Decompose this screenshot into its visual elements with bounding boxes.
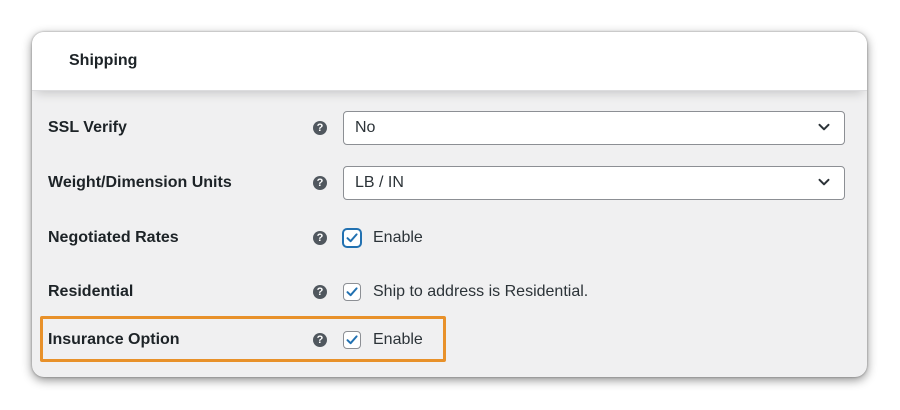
insurance-option-option[interactable]: Enable — [343, 331, 423, 349]
chevron-down-icon — [818, 178, 830, 186]
residential-text: Ship to address is Residential. — [373, 283, 589, 300]
residential-option[interactable]: Ship to address is Residential. — [343, 283, 588, 301]
help-icon[interactable]: ? — [313, 121, 327, 135]
chevron-down-icon — [818, 123, 830, 131]
negotiated-rates-label: Negotiated Rates — [48, 229, 179, 246]
negotiated-rates-option[interactable]: Enable — [343, 229, 423, 247]
ssl-verify-label: SSL Verify — [48, 119, 127, 136]
insurance-option-checkbox[interactable] — [343, 331, 361, 349]
help-icon[interactable]: ? — [313, 176, 327, 190]
weight-dimension-units-select[interactable]: LB / IN — [343, 166, 845, 200]
ssl-verify-select[interactable]: No — [343, 111, 845, 145]
help-icon[interactable]: ? — [313, 231, 327, 245]
row-ssl-verify: SSL Verify ? No — [32, 108, 867, 148]
checkmark-icon — [346, 287, 358, 297]
negotiated-rates-text: Enable — [373, 229, 423, 246]
section-title: Shipping — [69, 52, 138, 69]
insurance-option-text: Enable — [373, 331, 423, 348]
negotiated-rates-checkbox[interactable] — [343, 229, 361, 247]
residential-checkbox[interactable] — [343, 283, 361, 301]
card-header: Shipping — [32, 32, 867, 91]
insurance-option-label: Insurance Option — [48, 331, 180, 348]
row-negotiated-rates: Negotiated Rates ? Enable — [32, 218, 867, 258]
help-icon[interactable]: ? — [313, 285, 327, 299]
row-insurance-option: Insurance Option ? Enable — [32, 320, 867, 360]
row-residential: Residential ? Ship to address is Residen… — [32, 272, 867, 312]
help-icon[interactable]: ? — [313, 333, 327, 347]
residential-label: Residential — [48, 283, 134, 300]
shipping-settings-card: Shipping SSL Verify ? No Weight/Dimensio… — [32, 32, 867, 377]
checkmark-icon — [346, 233, 358, 243]
checkmark-icon — [346, 335, 358, 345]
weight-dimension-units-label: Weight/Dimension Units — [48, 174, 232, 191]
row-weight-dimension-units: Weight/Dimension Units ? LB / IN — [32, 163, 867, 203]
weight-dimension-units-value: LB / IN — [355, 174, 404, 191]
ssl-verify-value: No — [355, 119, 376, 136]
